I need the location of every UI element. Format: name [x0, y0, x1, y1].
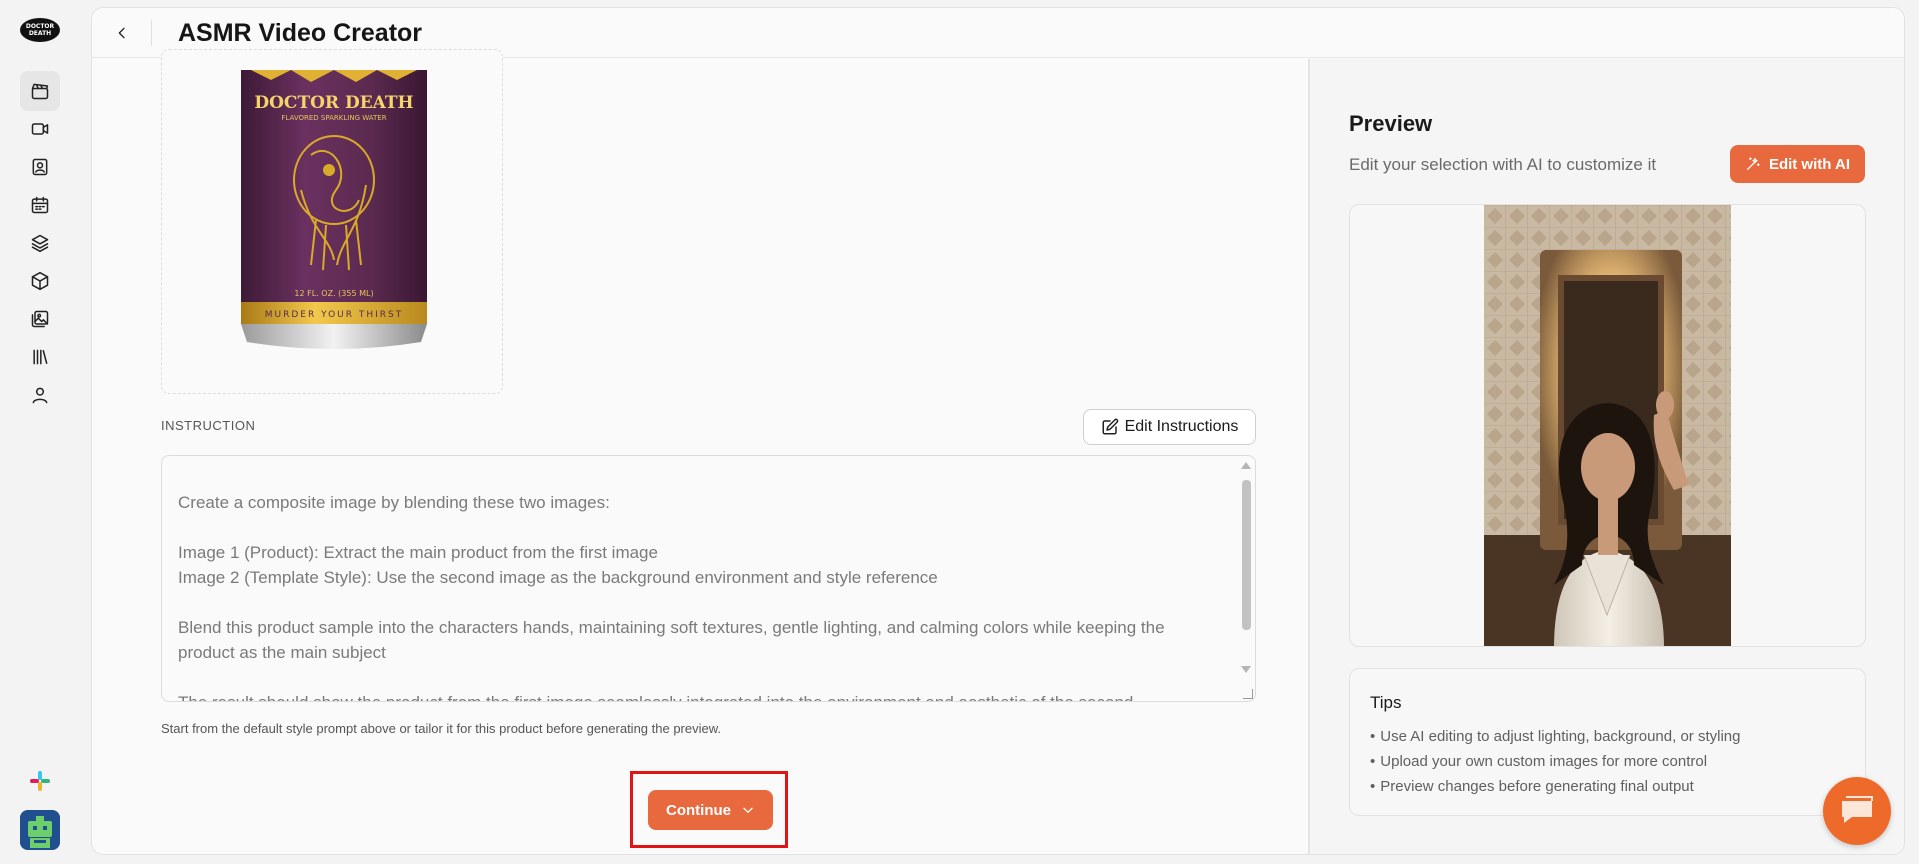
brand-logo[interactable]: DOCTOR DEATH: [20, 18, 60, 42]
rail-item-library[interactable]: [20, 337, 60, 377]
tips-list: Use AI editing to adjust lighting, backg…: [1370, 724, 1740, 799]
scroll-down-arrow-icon[interactable]: [1241, 666, 1251, 673]
main-card: ASMR Video Creator DOCTOR DEATH FLAVORED…: [91, 7, 1905, 855]
gallery-icon: [31, 310, 49, 328]
clapperboard-icon: [31, 83, 49, 100]
edit-instructions-button[interactable]: Edit Instructions: [1083, 409, 1256, 445]
instruction-line: The result should show the product from …: [178, 690, 1218, 701]
can-brand-text: DOCTOR DEATH: [254, 93, 413, 113]
brand-logo-text: DOCTOR DEATH: [25, 23, 55, 37]
can-volume-text: 12 FL. OZ. (355 ML): [294, 289, 373, 298]
instruction-line: Image 2 (Template Style): Use the second…: [178, 568, 938, 587]
tip-item: Upload your own custom images for more c…: [1370, 749, 1740, 774]
scroll-up-arrow-icon[interactable]: [1241, 462, 1251, 469]
edit-with-ai-button[interactable]: Edit with AI: [1730, 145, 1865, 183]
resize-handle-icon[interactable]: [1243, 689, 1253, 699]
magic-wand-icon: [1746, 157, 1760, 170]
edit-instructions-label: Edit Instructions: [1124, 418, 1239, 435]
chat-support-button[interactable]: [1823, 777, 1891, 845]
library-icon: [33, 349, 48, 365]
page-title: ASMR Video Creator: [178, 19, 423, 47]
tip-item: Preview changes before generating final …: [1370, 774, 1740, 799]
header-divider: [151, 20, 152, 46]
calendar-icon: [31, 196, 49, 214]
continue-highlight-box: Continue: [630, 771, 788, 848]
edit-with-ai-label: Edit with AI: [1768, 155, 1851, 173]
preview-image-box: [1349, 204, 1866, 647]
instruction-text: Create a composite image by blending the…: [178, 490, 1218, 701]
tip-item: Use AI editing to adjust lighting, backg…: [1370, 724, 1740, 749]
preview-pane: Preview Edit your selection with AI to c…: [1310, 59, 1904, 854]
instruction-textarea[interactable]: Create a composite image by blending the…: [161, 455, 1256, 702]
user-icon: [32, 387, 48, 404]
slack-icon[interactable]: [28, 769, 52, 793]
preview-subtitle: Edit your selection with AI to customize…: [1349, 155, 1657, 174]
product-can-image: DOCTOR DEATH FLAVORED SPARKLING WATER 12…: [241, 70, 427, 349]
video-icon: [31, 123, 49, 135]
continue-label: Continue: [666, 801, 731, 819]
layers-icon: [31, 234, 49, 253]
can-slogan-text: MURDER YOUR THIRST: [265, 310, 404, 320]
instruction-scrollbar[interactable]: [1239, 456, 1255, 701]
contact-icon: [32, 158, 48, 176]
can-tagline-text: FLAVORED SPARKLING WATER: [281, 114, 386, 122]
rail-item-products[interactable]: [20, 261, 60, 301]
continue-button[interactable]: Continue: [648, 790, 773, 830]
rail-item-calendar[interactable]: [20, 185, 60, 225]
editor-pane: DOCTOR DEATH FLAVORED SPARKLING WATER 12…: [92, 49, 1308, 854]
box-icon: [31, 271, 49, 291]
tips-box: Tips Use AI editing to adjust lighting, …: [1349, 668, 1866, 816]
chat-bubble-icon: [1842, 796, 1873, 823]
tips-title: Tips: [1370, 693, 1402, 712]
rail-item-video-projects[interactable]: [20, 71, 60, 111]
rail-item-videos[interactable]: [20, 109, 60, 149]
rail-item-account[interactable]: [20, 375, 60, 415]
preview-title: Preview: [1349, 111, 1433, 136]
instruction-hint: Start from the default style prompt abov…: [161, 721, 722, 736]
instruction-line: Image 1 (Product): Extract the main prod…: [178, 543, 658, 562]
product-image-box[interactable]: DOCTOR DEATH FLAVORED SPARKLING WATER 12…: [161, 49, 503, 394]
left-rail: DOCTOR DEATH: [0, 0, 80, 864]
back-button[interactable]: [110, 21, 134, 45]
chevron-down-icon: [743, 807, 753, 813]
robot-avatar-icon: [20, 810, 60, 850]
user-avatar[interactable]: [20, 810, 60, 850]
preview-image: [1484, 205, 1731, 646]
rail-item-avatars[interactable]: [20, 147, 60, 187]
edit-icon: [1102, 418, 1118, 435]
instruction-line: Blend this product sample into the chara…: [178, 618, 1165, 662]
scroll-thumb[interactable]: [1242, 480, 1251, 630]
rail-item-layers[interactable]: [20, 223, 60, 263]
instruction-label: INSTRUCTION: [161, 418, 256, 433]
instruction-line: Create a composite image by blending the…: [178, 493, 610, 512]
chevron-left-icon: [118, 27, 125, 39]
rail-item-gallery[interactable]: [20, 299, 60, 339]
